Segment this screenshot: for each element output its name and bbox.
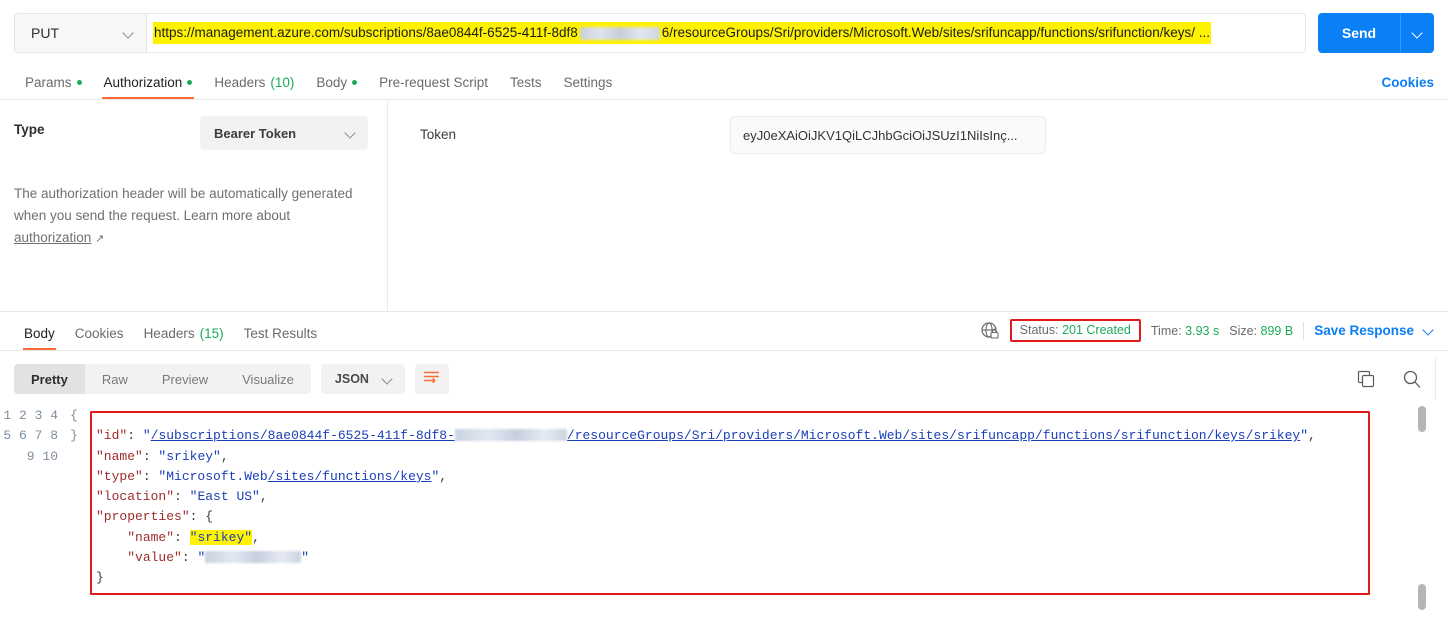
url-text: https://management.azure.com/subscriptio…: [153, 22, 1211, 44]
line-number-gutter: 1 2 3 4 5 6 7 8 9 10: [3, 408, 58, 464]
response-size: Size: 899 B: [1229, 323, 1294, 338]
chevron-down-icon: [346, 128, 356, 138]
auth-type-column: Type Bearer Token The authorization head…: [0, 100, 388, 311]
tab-tests[interactable]: Tests: [499, 75, 553, 99]
auth-type-select[interactable]: Bearer Token: [200, 116, 368, 150]
response-time: Time: 3.93 s: [1150, 323, 1220, 338]
http-method-label: PUT: [31, 25, 59, 41]
response-tab-bar: Body Cookies Headers (15) Test Results St…: [0, 313, 1448, 351]
response-format-value: JSON: [334, 372, 369, 386]
tab-headers[interactable]: Headers (10): [203, 75, 305, 99]
auth-type-label: Type: [14, 122, 45, 137]
response-tab-test-results[interactable]: Test Results: [234, 326, 328, 350]
modified-dot-icon: [187, 80, 193, 85]
send-button-group: Send: [1318, 13, 1434, 53]
view-raw-button[interactable]: Raw: [85, 364, 145, 394]
send-options-button[interactable]: [1400, 13, 1434, 53]
redacted-block: [205, 551, 302, 564]
external-link-icon: ↗: [95, 233, 105, 245]
json-code-content: "id": "/subscriptions/8ae0844f-6525-411f…: [96, 428, 1316, 586]
auth-token-column: Token eyJ0eXAiOiJKV1QiLCJhbGciOiJSUzI1Ni…: [388, 100, 1448, 311]
chevron-down-icon: [1413, 28, 1423, 38]
token-value: eyJ0eXAiOiJKV1QiLCJhbGciOiJSUzI1NiIsInç.…: [743, 127, 1018, 143]
tab-pre-request-script[interactable]: Pre-request Script: [368, 75, 499, 99]
response-body-toolbar: Pretty Raw Preview Visualize JSON: [0, 358, 1448, 400]
auth-type-value: Bearer Token: [214, 125, 297, 141]
response-format-select[interactable]: JSON: [320, 364, 405, 394]
response-tab-cookies[interactable]: Cookies: [65, 326, 134, 350]
modified-dot-icon: [352, 80, 358, 85]
response-body-scrollbar[interactable]: [1418, 402, 1426, 632]
chevron-down-icon: [124, 28, 134, 38]
view-pretty-button[interactable]: Pretty: [14, 364, 85, 394]
response-body-code: 1 2 3 4 5 6 7 8 9 10 { } "id": "/subscri…: [0, 400, 1448, 634]
response-tab-body[interactable]: Body: [14, 326, 65, 350]
auth-description: The authorization header will be automat…: [14, 186, 353, 245]
copy-icon[interactable]: [1357, 370, 1376, 389]
code-fold-column[interactable]: { }: [66, 406, 82, 447]
view-visualize-button[interactable]: Visualize: [225, 364, 311, 394]
request-tab-bar: Params Authorization Headers (10) Body Pr…: [0, 66, 1448, 100]
chevron-down-icon[interactable]: [1424, 326, 1434, 336]
globe-lock-icon: [980, 321, 1000, 341]
scrollbar-thumb-secondary[interactable]: [1418, 584, 1426, 610]
response-tab-headers[interactable]: Headers (15): [134, 326, 234, 350]
tab-settings[interactable]: Settings: [552, 75, 623, 99]
token-label: Token: [420, 127, 457, 142]
tab-body[interactable]: Body: [305, 75, 368, 99]
http-method-select[interactable]: PUT: [14, 13, 146, 53]
authorization-panel: Type Bearer Token The authorization head…: [0, 100, 1448, 312]
tab-authorization[interactable]: Authorization: [93, 75, 204, 99]
tab-params[interactable]: Params: [14, 75, 93, 99]
url-input[interactable]: https://management.azure.com/subscriptio…: [146, 13, 1306, 53]
send-button[interactable]: Send: [1318, 13, 1400, 53]
modified-dot-icon: [76, 80, 82, 85]
chevron-down-icon: [383, 374, 393, 384]
cookies-link[interactable]: Cookies: [1381, 75, 1434, 99]
authorization-learn-more-link[interactable]: authorization: [14, 230, 91, 245]
scrollbar-thumb[interactable]: [1418, 406, 1426, 432]
view-preview-button[interactable]: Preview: [145, 364, 225, 394]
search-icon[interactable]: [1402, 369, 1422, 389]
token-input[interactable]: eyJ0eXAiOiJKV1QiLCJhbGciOiJSUzI1NiIsInç.…: [730, 116, 1046, 154]
divider: [1303, 321, 1305, 340]
status-badge: Status: 201 Created: [1009, 319, 1141, 342]
response-status-area: Status: 201 Created Time: 3.93 s Size: 8…: [980, 319, 1434, 350]
response-view-segmented-control: Pretty Raw Preview Visualize: [14, 364, 311, 394]
postman-window: PUT https://management.azure.com/subscri…: [0, 0, 1448, 634]
response-body-actions: [1357, 369, 1434, 389]
save-response-button[interactable]: Save Response: [1314, 323, 1414, 338]
redacted-block: [454, 429, 567, 442]
word-wrap-icon: [423, 370, 440, 389]
redacted-block: [579, 26, 660, 40]
request-url-bar: PUT https://management.azure.com/subscri…: [0, 0, 1448, 66]
word-wrap-button[interactable]: [414, 364, 449, 394]
